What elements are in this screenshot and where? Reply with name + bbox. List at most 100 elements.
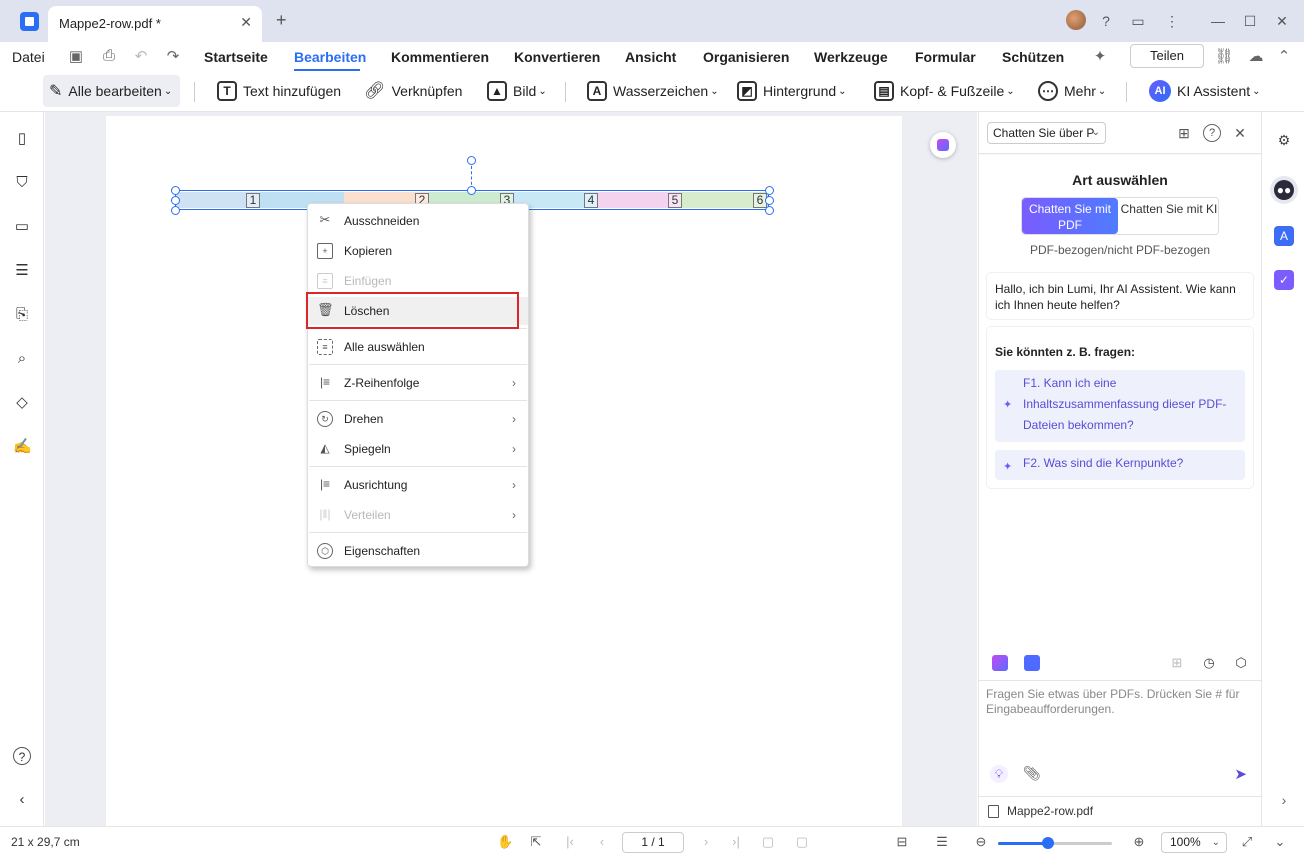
rotate-page-icon[interactable]: ▢ [760, 834, 776, 850]
zoom-out-icon[interactable]: ⊖ [973, 834, 989, 850]
resize-handle[interactable] [765, 186, 774, 195]
menu-item-z-order[interactable]: |≡ Z-Reihenfolge › [308, 370, 528, 396]
prompt-bulb-icon[interactable]: 💡︎ [990, 765, 1008, 783]
menu-item-cut[interactable]: ✂ Ausschneiden [308, 208, 528, 234]
ai-robot-icon[interactable]: ●● [1274, 180, 1294, 200]
share-network-icon[interactable]: ⛓ [1214, 47, 1234, 67]
menu-item-align[interactable]: |≡ Ausrichtung › [308, 472, 528, 498]
bookmark-icon[interactable]: ⛉ [13, 174, 31, 192]
edit-all-button[interactable]: ✎ Alle bearbeiten ⌄ [43, 75, 180, 107]
lightbulb-icon[interactable]: ✦ [1090, 47, 1110, 67]
search-icon[interactable]: ⌕ [13, 350, 31, 368]
maximize-icon[interactable]: ☐ [1238, 9, 1262, 33]
rotate-handle[interactable] [467, 156, 476, 165]
chat-with-ki-button[interactable]: Chatten Sie mit KI [1120, 198, 1218, 234]
print-icon[interactable]: ⎙ [99, 47, 119, 67]
next-page-icon[interactable]: › [698, 834, 714, 850]
menu-item-properties[interactable]: ⬡ Eigenschaften [308, 538, 528, 564]
chat-mode-select[interactable]: Chatten Sie über P ⌄ [987, 122, 1106, 144]
zoom-slider[interactable] [998, 837, 1112, 849]
resize-handle[interactable] [171, 196, 180, 205]
close-tab-icon[interactable]: ✕ [240, 14, 252, 31]
fit-page-icon[interactable]: ⤢ [1239, 834, 1255, 850]
settings-icon[interactable]: ⬡ [1233, 655, 1249, 671]
collapse-left-icon[interactable]: ‹ [13, 791, 31, 809]
undo-icon[interactable]: ↶ [131, 47, 151, 67]
page-layout-icon[interactable]: ⊟ [894, 834, 910, 850]
redo-icon[interactable]: ↷ [163, 47, 183, 67]
signature-icon[interactable]: ✍ [13, 438, 32, 456]
comment-icon[interactable]: ▭ [13, 218, 31, 236]
check-task-icon[interactable]: ✓ [1274, 270, 1294, 290]
resize-handle[interactable] [467, 186, 476, 195]
expand-icon[interactable]: ⌃ [1274, 47, 1294, 67]
menu-kommentieren[interactable]: Kommentieren [391, 49, 489, 65]
help-icon[interactable]: ? [1094, 9, 1118, 33]
watermark-button[interactable]: A Wasserzeichen ⌄ [587, 75, 719, 107]
help-icon[interactable]: ? [13, 747, 31, 765]
menu-item-select-all[interactable]: ≡ Alle auswählen [308, 334, 528, 360]
attach-icon[interactable]: 📎︎ [1023, 765, 1041, 782]
menu-file[interactable]: Datei [12, 49, 45, 65]
menu-ansicht[interactable]: Ansicht [625, 49, 676, 65]
more-options-icon[interactable]: ⋮ [1160, 9, 1184, 33]
header-footer-button[interactable]: ▤ Kopf- & Fußzeile ⌄ [874, 75, 1015, 107]
share-button[interactable]: Teilen [1130, 44, 1204, 68]
close-panel-icon[interactable]: ✕ [1231, 124, 1249, 142]
chat-with-pdf-button[interactable]: Chatten Sie mit PDF [1022, 198, 1118, 234]
expand-status-icon[interactable]: ⌄ [1272, 834, 1288, 850]
resize-handle[interactable] [765, 206, 774, 215]
add-text-button[interactable]: T Text hinzufügen [217, 75, 341, 107]
menu-item-mirror[interactable]: ◭ Spiegeln › [308, 436, 528, 462]
zoom-in-icon[interactable]: ⊕ [1131, 834, 1147, 850]
chat-input-area[interactable]: Fragen Sie etwas über PDFs. Drücken Sie … [979, 680, 1261, 796]
first-page-icon[interactable]: |‹ [562, 834, 578, 850]
resize-handle[interactable] [765, 196, 774, 205]
background-button[interactable]: ◩ Hintergrund ⌄ [737, 75, 847, 107]
avatar[interactable] [1066, 10, 1086, 30]
minimize-icon[interactable]: — [1206, 9, 1230, 33]
layers-icon[interactable]: ◇ [13, 394, 31, 412]
page-number-input[interactable]: 1 / 1 [622, 832, 684, 853]
collapse-right-icon[interactable]: › [1274, 790, 1294, 810]
ai-assistant-button[interactable]: AI KI Assistent ⌄ [1149, 75, 1261, 107]
zoom-select[interactable]: 100% ⌄ [1161, 832, 1227, 853]
close-window-icon[interactable]: ✕ [1270, 9, 1294, 33]
select-tool-icon[interactable]: ⇱ [528, 834, 544, 850]
cloud-upload-icon[interactable]: ☁ [1246, 47, 1266, 67]
resize-handle[interactable] [171, 206, 180, 215]
image-button[interactable]: ▲ Bild ⌄ [487, 75, 547, 107]
menu-formular[interactable]: Formular [915, 49, 976, 65]
link-button[interactable]: 🔗︎ Verknüpfen [364, 75, 462, 107]
send-icon[interactable]: ➤ [1234, 765, 1247, 783]
menu-item-copy[interactable]: + Kopieren [308, 238, 528, 264]
adjust-settings-icon[interactable]: ⚙ [1274, 130, 1294, 150]
translate-rail-icon[interactable]: A [1274, 226, 1294, 246]
suggestion-q2[interactable]: ✦ F2. Was sind die Kernpunkte? [995, 450, 1245, 480]
menu-startseite[interactable]: Startseite [204, 49, 268, 65]
zoom-slider-handle[interactable] [1042, 837, 1055, 849]
ai-floating-button[interactable] [930, 132, 956, 158]
prev-page-icon[interactable]: ‹ [594, 834, 610, 850]
add-chat-icon[interactable]: ⊞ [1169, 655, 1185, 671]
help-icon[interactable]: ? [1203, 124, 1221, 142]
last-page-icon[interactable]: ›| [728, 834, 744, 850]
menu-bearbeiten[interactable]: Bearbeiten [294, 49, 366, 65]
save-icon[interactable]: ▣ [66, 47, 86, 67]
translate-icon[interactable] [1024, 655, 1040, 671]
hand-tool-icon[interactable]: ✋ [497, 834, 513, 850]
attachment-icon[interactable]: ⎘ [13, 306, 31, 324]
more-button[interactable]: ⋯ Mehr ⌄ [1038, 75, 1106, 107]
new-chat-icon[interactable]: ⊞ [1175, 124, 1193, 142]
rotate-page-right-icon[interactable]: ▢ [794, 834, 810, 850]
menu-konvertieren[interactable]: Konvertieren [514, 49, 600, 65]
view-mode-icon[interactable]: ☰ [934, 834, 950, 850]
document-tab[interactable]: Mappe2-row.pdf * ✕ [48, 6, 262, 42]
menu-item-rotate[interactable]: ↻ Drehen › [308, 406, 528, 432]
menu-schuetzen[interactable]: Schützen [1002, 49, 1064, 65]
resize-handle[interactable] [171, 186, 180, 195]
page-thumbnail-icon[interactable]: ▯ [13, 130, 31, 148]
menu-werkzeuge[interactable]: Werkzeuge [814, 49, 888, 65]
feedback-icon[interactable]: ▭ [1126, 9, 1150, 33]
history-icon[interactable]: ◷ [1201, 655, 1217, 671]
